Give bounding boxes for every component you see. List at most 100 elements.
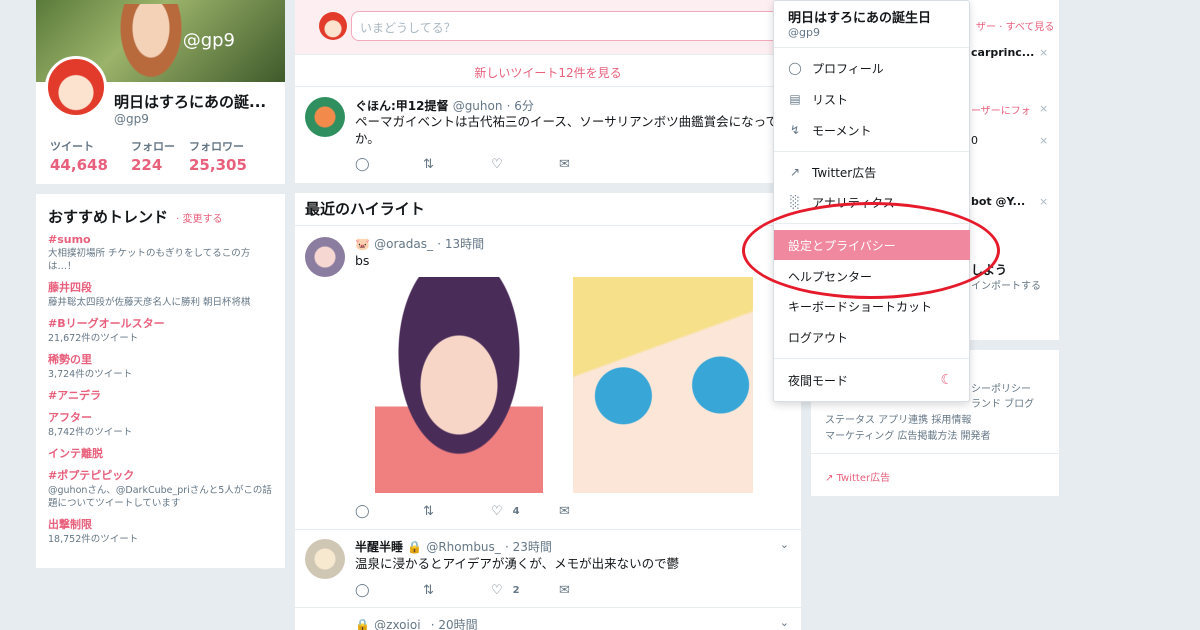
trend-desc: 藤井聡太四段が佐藤天彦名人に勝利 朝日杯将棋 xyxy=(48,297,251,308)
message-icon[interactable]: ✉ xyxy=(559,504,627,519)
tweet-handle[interactable]: @Rhombus_ xyxy=(426,540,500,554)
menu-item-twitter-ads[interactable]: ↗ Twitter広告 xyxy=(774,157,969,187)
trend-item[interactable]: 藤井四段 藤井聡太四段が佐藤天彦名人に勝利 朝日杯将棋 xyxy=(48,279,273,309)
tweet-author[interactable]: ぐほん:甲12提督 xyxy=(355,99,449,113)
trend-tag: インテ離脱 xyxy=(48,447,103,460)
footer-link[interactable]: マーケティング 広告掲載方法 開発者 xyxy=(825,427,991,442)
message-icon[interactable]: ✉ xyxy=(559,583,627,598)
suggested-user-name[interactable]: bot @Y... xyxy=(971,195,1025,208)
tweet-avatar[interactable] xyxy=(305,237,345,277)
trend-desc: 18,752件のツイート xyxy=(48,534,139,545)
menu-item-lists[interactable]: ▤ リスト xyxy=(774,84,969,114)
message-icon[interactable]: ✉ xyxy=(559,157,627,172)
suggested-user-name[interactable]: carprinc... xyxy=(971,46,1034,59)
lock-icon: 🔒 xyxy=(407,540,423,554)
profile-handle[interactable]: @gp9 xyxy=(114,112,149,126)
stat-label: フォロー xyxy=(131,140,175,153)
footer-link[interactable]: ランド ブログ xyxy=(971,395,1034,410)
like-icon[interactable]: ♡ xyxy=(491,157,559,172)
footer-link[interactable]: シーポリシー xyxy=(971,380,1031,395)
trend-item[interactable]: 出撃制限 18,752件のツイート xyxy=(48,516,273,546)
profile-name[interactable]: 明日はすろにあの誕... xyxy=(114,91,266,112)
tweet-header: 🐷 @oradas_ · 13時間 xyxy=(355,235,484,252)
footer-link[interactable]: ステータス アプリ連携 採用情報 xyxy=(825,411,971,426)
compose-input[interactable]: いまどうしてる？ xyxy=(351,11,781,41)
retweet-icon[interactable]: ⇅ xyxy=(423,504,491,519)
trend-item[interactable]: インテ離脱 xyxy=(48,445,273,461)
tweet-avatar[interactable] xyxy=(305,539,345,579)
reply-icon[interactable]: ◯ xyxy=(355,157,423,172)
menu-user-handle[interactable]: @gp9 xyxy=(788,26,820,39)
close-icon[interactable]: × xyxy=(1039,46,1048,59)
trend-item[interactable]: 稀勢の里 3,724件のツイート xyxy=(48,351,273,381)
trend-item[interactable]: #sumo 大相撲初場所 チケットのもぎりをしてるこの方は…！ xyxy=(48,233,273,273)
trend-item[interactable]: #Bリーグオールスター 21,672件のツイート xyxy=(48,315,273,345)
trend-tag: #ポプテピピック xyxy=(48,469,135,482)
follow-note[interactable]: ーザーにフォ xyxy=(971,102,1031,117)
list-icon: ▤ xyxy=(789,92,801,106)
reply-icon[interactable]: ◯ xyxy=(355,583,423,598)
like-icon[interactable]: ♡ 2 xyxy=(491,583,559,598)
menu-item-label: プロフィール xyxy=(812,61,884,76)
lock-icon: 🔒 xyxy=(355,618,370,630)
trend-tag: #アニデラ xyxy=(48,389,101,402)
annotation-circle xyxy=(742,202,1000,299)
like-icon[interactable]: ♡ 4 xyxy=(491,504,559,519)
menu-divider xyxy=(774,358,969,359)
chevron-down-icon[interactable]: ⌄ xyxy=(780,538,789,551)
tweet-actions: ◯ ⇅ ♡ 2 ✉ xyxy=(355,583,627,598)
menu-item-moments[interactable]: ↯ モーメント xyxy=(774,115,969,145)
trend-item[interactable]: #ポプテピピック @guhonさん、@DarkCube_priさんと5人がこの話題… xyxy=(48,467,273,510)
tweet-handle[interactable]: @oradas_ xyxy=(374,237,433,251)
close-icon[interactable]: × xyxy=(1039,195,1048,208)
tweet-text-line: ペーマガイベントは古代祐三のイース、ソーサリアンボツ曲鑑賞会になってん xyxy=(355,114,791,129)
trend-item[interactable]: アフター 8,742件のツイート xyxy=(48,409,273,439)
tweet-image[interactable] xyxy=(375,277,543,493)
new-tweets-bar[interactable]: 新しいツイート12件を見る xyxy=(295,54,801,86)
tweet-time[interactable]: · 13時間 xyxy=(437,237,484,251)
stat-tweets[interactable]: ツイート 44,648 xyxy=(50,138,108,174)
menu-item-night-mode[interactable]: 夜間モード ☾ xyxy=(774,365,969,395)
menu-item-label: キーボードショートカット xyxy=(788,299,933,314)
tweet-avatar[interactable] xyxy=(305,97,345,137)
tweet-text: 温泉に浸かるとアイデアが湧くが、メモが出来ないので鬱 xyxy=(355,556,680,571)
tweet-time[interactable]: · 6分 xyxy=(507,99,534,113)
retweet-icon[interactable]: ⇅ xyxy=(423,157,491,172)
tweet-time[interactable]: · 23時間 xyxy=(505,540,552,554)
moon-icon: ☾ xyxy=(940,372,953,388)
import-link[interactable]: インポートする xyxy=(971,277,1041,292)
tweet[interactable]: ぐほん:甲12提督 @guhon · 6分 ペーマガイベントは古代祐三のイース、… xyxy=(295,87,801,183)
menu-user-name[interactable]: 明日はすろにあの誕生日 xyxy=(788,7,931,26)
pig-icon[interactable]: 🐷 xyxy=(355,237,370,251)
chevron-down-icon[interactable]: ⌄ xyxy=(780,616,789,629)
tweet-header: 🔒 @zxoioi_ · 20時間 xyxy=(355,616,478,630)
trends-panel: おすすめトレンド · 変更する #sumo 大相撲初場所 チケットのもぎりをしてる… xyxy=(36,194,285,568)
trends-change-link[interactable]: · 変更する xyxy=(176,214,222,225)
ads-link[interactable]: ↗ Twitter広告 xyxy=(825,469,890,484)
tweet-image[interactable] xyxy=(573,277,753,493)
highlight-section: 最近のハイライト 🐷 @oradas_ · 13時間 bs ◯ ⇅ ♡ 4 ✉ … xyxy=(295,193,801,630)
menu-item-label: ログアウト xyxy=(788,330,849,345)
user-dropdown-menu: 明日はすろにあの誕生日 @gp9 ◯ プロフィール ▤ リスト ↯ モーメント ↗ Tw… xyxy=(773,0,970,402)
tweet-handle[interactable]: @zxoioi_ xyxy=(374,618,426,630)
trend-desc: 21,672件のツイート xyxy=(48,333,139,344)
close-icon[interactable]: × xyxy=(1039,134,1048,147)
stat-value: 224 xyxy=(131,156,163,174)
stat-followers[interactable]: フォロワー 25,305 xyxy=(189,138,247,174)
close-icon[interactable]: × xyxy=(1039,102,1048,115)
trend-item[interactable]: #アニデラ xyxy=(48,387,273,403)
retweet-icon[interactable]: ⇅ xyxy=(423,583,491,598)
who-to-follow-links[interactable]: ザー · すべて見る xyxy=(976,18,1054,33)
tweet-time[interactable]: · 20時間 xyxy=(431,618,478,630)
stat-value: 25,305 xyxy=(189,156,247,174)
reply-icon[interactable]: ◯ xyxy=(355,504,423,519)
stat-following[interactable]: フォロー 224 xyxy=(131,138,175,174)
tweet-handle[interactable]: @guhon xyxy=(453,99,503,113)
like-count: 4 xyxy=(512,506,520,517)
menu-item-logout[interactable]: ログアウト xyxy=(774,322,969,352)
profile-avatar[interactable] xyxy=(45,56,107,118)
menu-divider xyxy=(774,47,969,48)
tweet-author[interactable]: 半醒半睡 xyxy=(355,540,403,554)
menu-item-profile[interactable]: ◯ プロフィール xyxy=(774,53,969,83)
trends-title: おすすめトレンド xyxy=(48,208,169,226)
